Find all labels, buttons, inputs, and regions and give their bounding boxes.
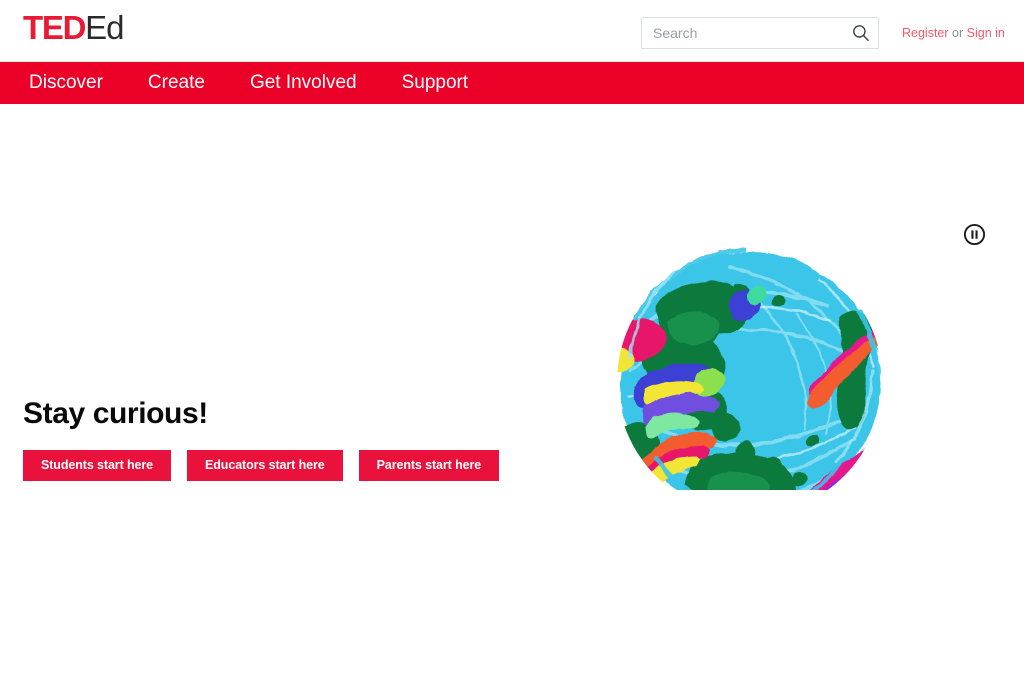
search-input[interactable] [642,18,847,48]
search-box[interactable] [641,17,879,49]
logo-ed-text: Ed [85,9,124,46]
logo-ted-text: TED [23,9,86,46]
pause-icon [963,223,986,246]
nav-item-create[interactable]: Create [148,62,205,104]
primary-navbar: Discover Create Get Involved Support [0,62,1024,104]
educators-start-here-button[interactable]: Educators start here [187,450,343,481]
hero-title: Stay curious! [23,397,208,430]
register-link[interactable]: Register [902,26,949,40]
search-icon[interactable] [852,24,870,42]
parents-start-here-button[interactable]: Parents start here [358,450,500,481]
nav-item-support[interactable]: Support [402,62,469,104]
nav-item-list: Discover Create Get Involved Support [29,62,468,104]
nav-item-get-involved[interactable]: Get Involved [250,62,357,104]
painted-globe-illustration [610,210,895,490]
account-separator: or [952,26,964,40]
hero-cta-row: Students start here Educators start here… [23,450,500,481]
globe-svg [617,247,883,490]
nav-item-discover[interactable]: Discover [29,62,103,104]
hero-pause-button[interactable] [963,223,986,246]
ted-ed-logo[interactable]: TEDEd [23,9,124,46]
account-links: Register or Sign in [902,25,1005,41]
sign-in-link[interactable]: Sign in [967,26,1005,40]
students-start-here-button[interactable]: Students start here [23,450,172,481]
site-header: TEDEd Register or Sign in [0,0,1024,62]
hero-section: Stay curious! Students start here Educat… [0,104,1024,683]
